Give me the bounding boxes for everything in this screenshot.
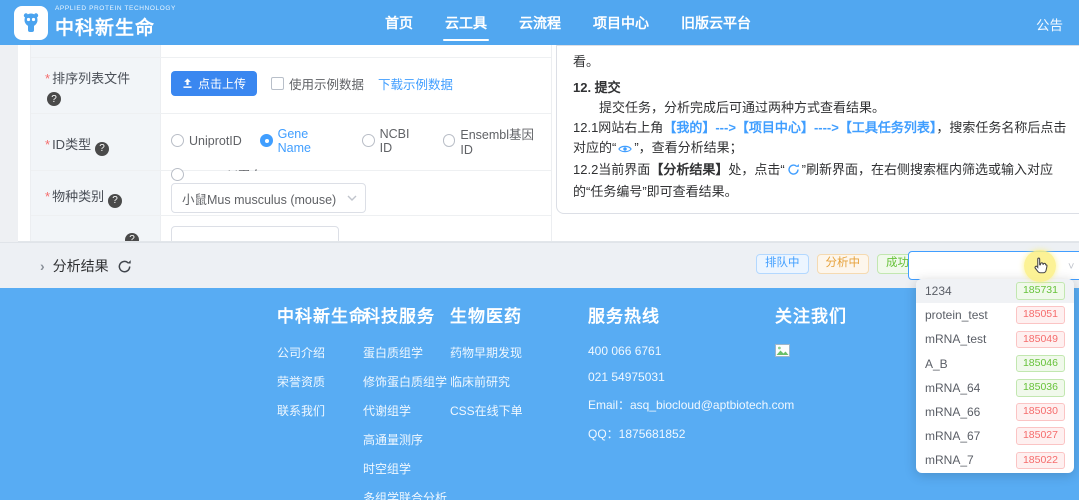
footer-link[interactable]: 公司介绍	[277, 344, 367, 361]
footer-link[interactable]: 联系我们	[277, 402, 367, 419]
radio-icon	[361, 134, 375, 147]
refresh-results-icon[interactable]	[117, 259, 132, 274]
radio-gene-name[interactable]: Gene Name	[259, 127, 344, 155]
task-id-badge: 185051	[1015, 306, 1065, 325]
task-option[interactable]: A_B 185046	[916, 352, 1074, 376]
footer-link[interactable]: 时空组学	[363, 460, 447, 477]
help-icon[interactable]	[47, 92, 61, 106]
id-type-label: ID类型	[45, 137, 91, 152]
footer-col-services: 科技服务 蛋白质组学 修饰蛋白质组学 代谢组学 高通量测序 时空组学 多组学联合…	[363, 302, 447, 500]
instructions-overflow-line: 看。	[573, 54, 600, 69]
footer-col-biomedicine: 生物医药 药物早期发现 临床前研究 CSS在线下单	[450, 307, 523, 419]
footer-link[interactable]: 药物早期发现	[450, 344, 523, 361]
chevron-down-icon	[347, 195, 357, 201]
radio-checked-icon	[259, 134, 273, 147]
form-row-file: 排序列表文件 点击上传 使用	[31, 57, 551, 113]
footer-col-follow-us: 关注我们	[775, 302, 847, 362]
logo-title: 中科新生命	[55, 18, 156, 39]
instructions-step-intro: 提交任务，分析完成后可通过两种方式查看结果。	[599, 100, 886, 115]
broken-image-icon	[775, 344, 790, 361]
task-id-badge: 185036	[1015, 379, 1065, 397]
footer-link[interactable]: 荣誉资质	[277, 373, 367, 390]
form-row-clipped-bottom	[31, 215, 551, 241]
task-id-badge: 185731	[1015, 282, 1065, 300]
task-search-input[interactable]	[908, 251, 1079, 280]
logo-tagline: APPLIED PROTEIN TECHNOLOGY	[55, 5, 176, 12]
use-example-checkbox[interactable]: 使用示例数据	[271, 74, 364, 93]
brand-logo[interactable]: APPLIED PROTEIN TECHNOLOGY 中科新生命	[14, 5, 176, 40]
task-option[interactable]: mRNA_7 185022	[916, 448, 1074, 472]
file-field-label: 排序列表文件	[45, 71, 130, 86]
footer-col-hotline: 服务热线 400 066 6761 021 54975031 Email：asq…	[588, 307, 795, 441]
footer-link[interactable]: 临床前研究	[450, 373, 523, 390]
clipped-text-input[interactable]	[171, 226, 339, 241]
nav-project-center[interactable]: 项目中心	[593, 9, 649, 37]
footer-hotline-phone1: 400 066 6761	[588, 344, 662, 358]
task-option[interactable]: mRNA_64 185036	[916, 376, 1074, 400]
footer-link[interactable]: 修饰蛋白质组学	[363, 373, 447, 390]
footer-link[interactable]: 代谢组学	[363, 402, 447, 419]
help-icon[interactable]	[95, 141, 110, 156]
footer-col-company: 中科新生命 公司介绍 荣誉资质 联系我们	[277, 307, 367, 419]
radio-icon	[442, 134, 456, 147]
instructions-step-12-2: 12.2当前界面【分析结果】处，点击“ ”刷新界面，在右侧搜索框内筛选或输入对应的…	[573, 162, 1054, 199]
help-icon[interactable]	[125, 232, 139, 241]
instructions-step-title: 12. 提交	[573, 80, 621, 95]
task-id-badge: 185027	[1015, 427, 1065, 446]
task-id-badge: 185022	[1015, 451, 1065, 470]
nav-cloud-flow[interactable]: 云流程	[519, 9, 561, 37]
task-option[interactable]: mRNA_67 185027	[916, 424, 1074, 448]
task-option[interactable]: 1234 185731	[916, 279, 1074, 304]
radio-uniprotid[interactable]: UniprotID	[171, 134, 242, 148]
main-nav: 首页 云工具 云流程 项目中心 旧版云平台	[385, 0, 751, 45]
collapse-arrow-icon[interactable]: ›	[40, 258, 45, 274]
task-id-badge: 185030	[1015, 403, 1065, 421]
footer-link[interactable]: 多组学联合分析	[363, 489, 447, 500]
task-id-badge: 185046	[1015, 354, 1065, 373]
footer-link[interactable]: 高通量测序	[363, 431, 447, 448]
upload-icon	[183, 78, 192, 88]
radio-ncbi-id[interactable]: NCBI ID	[361, 127, 425, 155]
task-option[interactable]: mRNA_test 185049	[916, 327, 1074, 351]
help-icon[interactable]	[108, 193, 123, 208]
task-id-badge: 185049	[1015, 330, 1065, 349]
footer-hotline-email: Email：asq_biocloud@aptbiotech.com	[588, 398, 795, 412]
footer-link[interactable]: CSS在线下单	[450, 402, 523, 419]
footer-hotline-phone2: 021 54975031	[588, 370, 665, 384]
top-navbar: APPLIED PROTEIN TECHNOLOGY 中科新生命 首页 云工具 …	[0, 0, 1079, 45]
task-option[interactable]: mRNA_66 185030	[916, 400, 1074, 424]
task-dropdown: 1234 185731 protein_test 185051 mRNA_test 1…	[916, 279, 1074, 473]
footer-link[interactable]: 蛋白质组学	[363, 344, 447, 361]
form-row-clipped-top	[31, 45, 551, 57]
filter-queued-badge[interactable]: 排队中	[756, 254, 809, 274]
page-root: APPLIED PROTEIN TECHNOLOGY 中科新生命 首页 云工具 …	[0, 0, 1079, 500]
logo-icon	[14, 5, 48, 40]
form-row-id-type: ID类型 UniprotID Gene Name NCBI ID Ensembl…	[31, 113, 551, 183]
instructions-step-12-1: 12.1网站右上角【我的】--->【项目中心】---->【工具任务列表】，搜索任…	[573, 118, 1069, 160]
analysis-results-title: 分析结果	[52, 258, 109, 274]
radio-ensembl-gene-id[interactable]: Ensembl基因ID	[442, 124, 545, 157]
refresh-icon	[787, 162, 800, 182]
flask-icon	[23, 12, 39, 32]
instructions-panel: 看。 12. 提交 提交任务，分析完成后可通过两种方式查看结果。 12.1网站右…	[556, 45, 1079, 214]
nav-home[interactable]: 首页	[385, 9, 413, 37]
footer-hotline-qq: QQ：1875681852	[588, 427, 686, 441]
announcement-link[interactable]: 公告	[1036, 14, 1063, 34]
tool-form-table: 排序列表文件 点击上传 使用	[30, 45, 552, 241]
radio-icon	[171, 134, 184, 147]
nav-cloud-tools[interactable]: 云工具	[443, 9, 489, 41]
species-select[interactable]: 小鼠Mus musculus (mouse)	[171, 183, 366, 213]
download-example-link[interactable]: 下载示例数据	[378, 74, 453, 93]
task-option[interactable]: protein_test 185051	[916, 303, 1074, 327]
checkbox-icon	[271, 77, 285, 90]
upload-button[interactable]: 点击上传	[171, 71, 258, 96]
radio-icon	[171, 168, 184, 181]
nav-legacy-platform[interactable]: 旧版云平台	[681, 9, 751, 37]
eye-icon	[618, 140, 633, 160]
filter-analyzing-badge[interactable]: 分析中	[816, 254, 869, 274]
form-row-species: 物种类别 小鼠Mus musculus (mouse)	[31, 170, 551, 215]
species-label: 物种类别	[45, 189, 104, 204]
